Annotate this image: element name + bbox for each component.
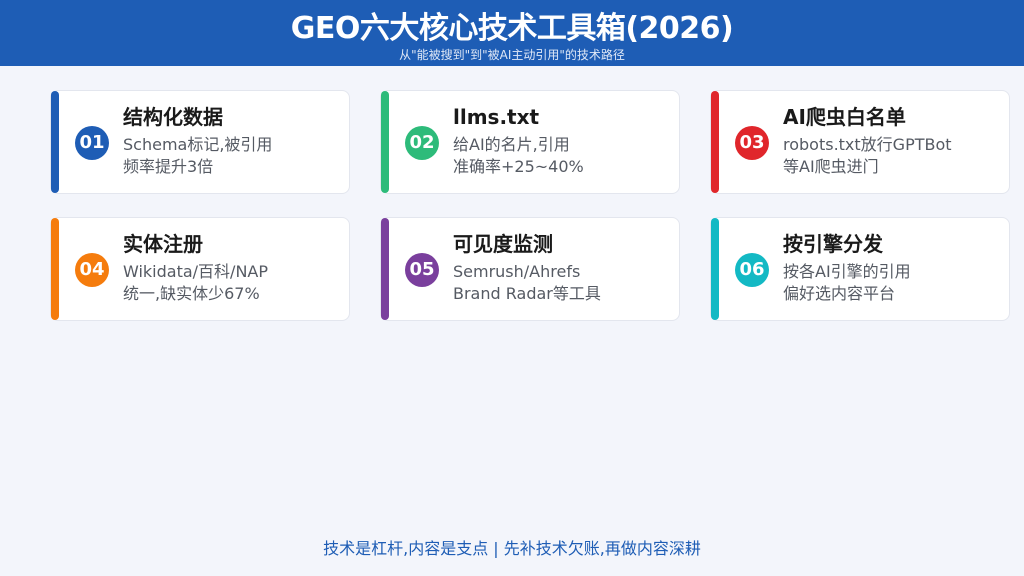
card-title: AI爬虫白名单 <box>783 105 906 129</box>
tool-card-6: 06 按引擎分发 按各AI引擎的引用 偏好选内容平台 <box>710 217 1010 321</box>
card-accent-bar <box>711 91 719 193</box>
card-accent-bar <box>51 91 59 193</box>
card-description: 给AI的名片,引用 准确率+25~40% <box>453 134 673 178</box>
card-accent-bar <box>711 218 719 320</box>
card-description: robots.txt放行GPTBot 等AI爬虫进门 <box>783 134 1003 178</box>
card-description-line: Semrush/Ahrefs <box>453 262 581 281</box>
card-description-line: 等AI爬虫进门 <box>783 157 879 176</box>
card-number-badge: 04 <box>75 253 109 287</box>
card-description-line: 给AI的名片,引用 <box>453 135 570 154</box>
card-title: 实体注册 <box>123 232 203 256</box>
card-number-badge: 06 <box>735 253 769 287</box>
card-description: Semrush/Ahrefs Brand Radar等工具 <box>453 261 673 305</box>
tool-card-5: 05 可见度监测 Semrush/Ahrefs Brand Radar等工具 <box>380 217 680 321</box>
page-subtitle: 从"能被搜到"到"被AI主动引用"的技术路径 <box>399 48 625 62</box>
card-description-line: 频率提升3倍 <box>123 157 214 176</box>
card-number-badge: 02 <box>405 126 439 160</box>
footer-tagline: 技术是杠杆,内容是支点 | 先补技术欠账,再做内容深耕 <box>323 539 701 558</box>
card-description: Schema标记,被引用 频率提升3倍 <box>123 134 343 178</box>
card-description-line: robots.txt放行GPTBot <box>783 135 952 154</box>
tool-card-1: 01 结构化数据 Schema标记,被引用 频率提升3倍 <box>50 90 350 194</box>
card-description-line: Wikidata/百科/NAP <box>123 262 269 281</box>
card-title: 可见度监测 <box>453 232 553 256</box>
tool-card-2: 02 llms.txt 给AI的名片,引用 准确率+25~40% <box>380 90 680 194</box>
card-accent-bar <box>51 218 59 320</box>
card-accent-bar <box>381 91 389 193</box>
card-title: 按引擎分发 <box>783 232 883 256</box>
card-description-line: Brand Radar等工具 <box>453 284 601 303</box>
card-description-line: 偏好选内容平台 <box>783 284 896 303</box>
tool-card-4: 04 实体注册 Wikidata/百科/NAP 统一,缺实体少67% <box>50 217 350 321</box>
card-description: 按各AI引擎的引用 偏好选内容平台 <box>783 261 1003 305</box>
card-accent-bar <box>381 218 389 320</box>
card-number-badge: 03 <box>735 126 769 160</box>
header-banner: GEO六大核心技术工具箱(2026) 从"能被搜到"到"被AI主动引用"的技术路… <box>0 0 1024 66</box>
card-description-line: Schema标记,被引用 <box>123 135 273 154</box>
card-description-line: 统一,缺实体少67% <box>123 284 260 303</box>
card-number-badge: 05 <box>405 253 439 287</box>
card-number-badge: 01 <box>75 126 109 160</box>
card-description: Wikidata/百科/NAP 统一,缺实体少67% <box>123 261 343 305</box>
tool-card-3: 03 AI爬虫白名单 robots.txt放行GPTBot 等AI爬虫进门 <box>710 90 1010 194</box>
card-description-line: 按各AI引擎的引用 <box>783 262 911 281</box>
card-title: llms.txt <box>453 105 540 129</box>
page-title: GEO六大核心技术工具箱(2026) <box>290 11 734 46</box>
card-description-line: 准确率+25~40% <box>453 157 584 176</box>
card-title: 结构化数据 <box>123 105 223 129</box>
